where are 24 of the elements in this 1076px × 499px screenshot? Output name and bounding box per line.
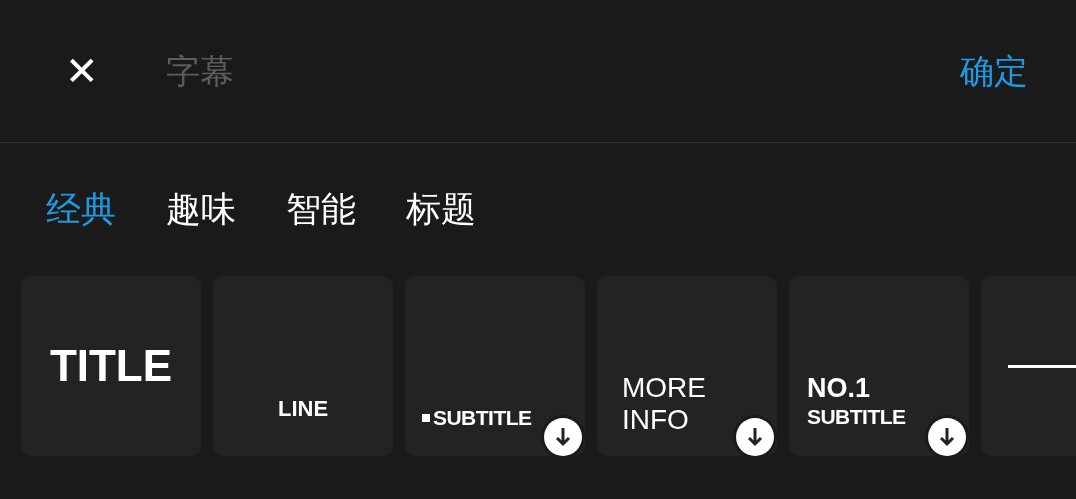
rule-line	[1008, 364, 1076, 368]
style-card[interactable]: TITLE	[21, 276, 201, 456]
preview-text: SUBTITLE	[807, 404, 906, 430]
style-card[interactable]: LINE	[213, 276, 393, 456]
square-bullet-icon	[422, 414, 430, 422]
category-tab[interactable]: 趣味	[166, 192, 236, 227]
style-card[interactable]: MORE INFO	[597, 276, 777, 456]
page-title: 字幕	[166, 49, 234, 93]
preview-text: NO.1	[807, 372, 871, 404]
category-tab[interactable]: 标题	[406, 192, 476, 227]
preview-text: INFO	[622, 404, 689, 436]
download-icon[interactable]	[733, 415, 777, 456]
preview-text: MORE	[622, 372, 706, 404]
download-icon[interactable]	[541, 415, 585, 456]
download-icon[interactable]	[925, 415, 969, 456]
style-card[interactable]: SUBTITLE	[405, 276, 585, 456]
confirm-button[interactable]: 确定	[960, 45, 1028, 97]
category-tab[interactable]: 智能	[286, 192, 356, 227]
close-button[interactable]: ✕	[60, 51, 104, 91]
preview-text: LINE	[277, 398, 329, 420]
preview-text: TITLE	[49, 344, 173, 388]
preview-text: SUBTITLE	[433, 407, 532, 428]
style-card[interactable]: NO.1 SUBTITLE	[789, 276, 969, 456]
category-tab[interactable]: 经典	[46, 192, 116, 227]
